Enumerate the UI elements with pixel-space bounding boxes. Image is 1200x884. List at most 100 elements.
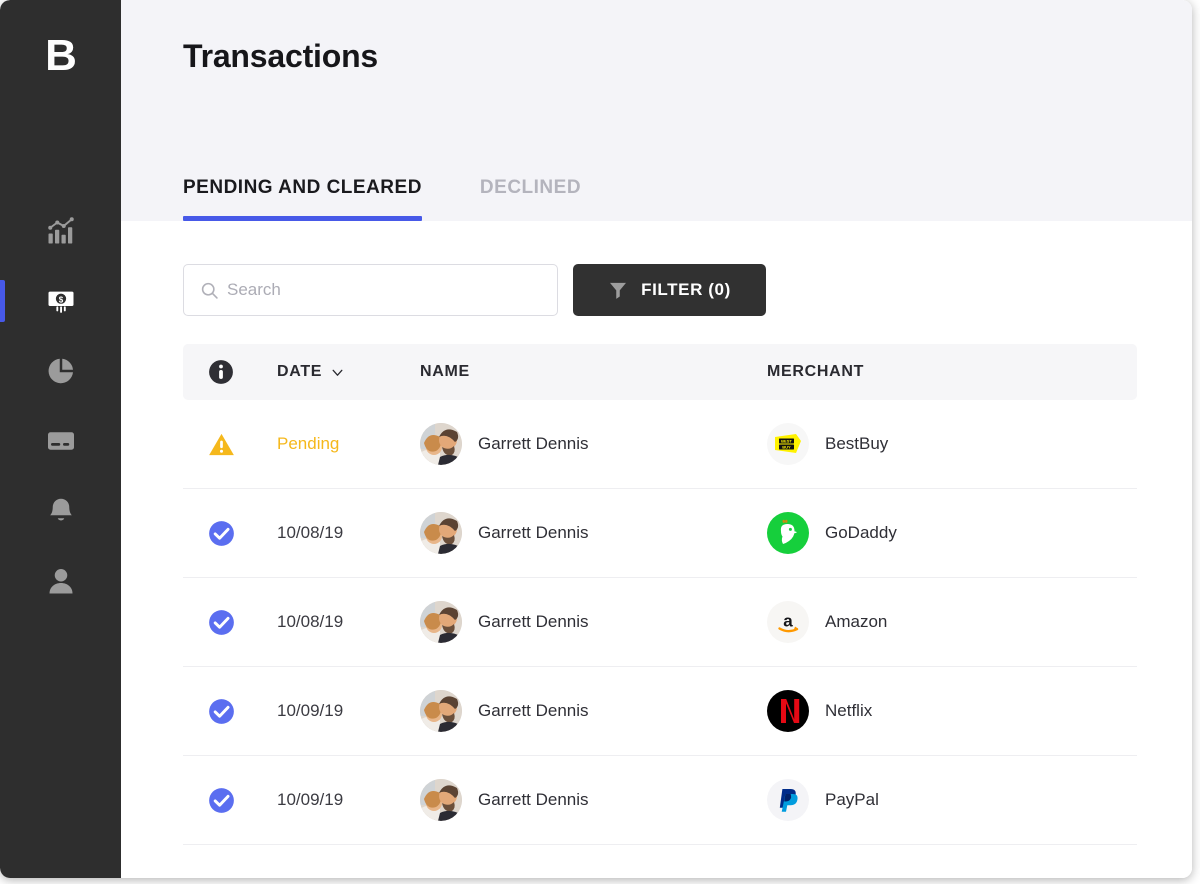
check-circle-icon (209, 698, 234, 724)
row-merchant-cell: BEST BUY BestBuy (767, 423, 1137, 465)
tab-pending-and-cleared[interactable]: PENDING AND CLEARED (183, 177, 422, 221)
tab-declined[interactable]: DECLINED (480, 177, 581, 221)
row-merchant-cell: a Amazon (767, 601, 1137, 643)
sidebar-item-transactions[interactable]: $ (0, 266, 121, 336)
bell-icon (46, 496, 76, 526)
netflix-logo (767, 690, 809, 732)
row-date-text: 10/09/19 (277, 790, 344, 809)
header-merchant-cell[interactable]: MERCHANT (767, 363, 1137, 381)
check-circle-icon (209, 520, 234, 546)
row-name-cell: Garrett Dennis (420, 512, 767, 554)
chevron-down-icon[interactable] (331, 366, 344, 379)
main-content: Transactions PENDING AND CLEARED DECLINE… (121, 0, 1192, 878)
row-name-text: Garrett Dennis (478, 434, 589, 453)
row-merchant-text: Netflix (825, 701, 873, 720)
header-status-cell (183, 359, 277, 385)
row-date-cell: 10/08/19 (277, 612, 420, 632)
svg-text:$: $ (58, 295, 63, 304)
row-merchant-text: GoDaddy (825, 523, 897, 542)
row-status-cell (183, 787, 277, 814)
row-date-cell: 10/09/19 (277, 790, 420, 810)
search-icon (201, 282, 218, 299)
row-merchant-cell: PayPal (767, 779, 1137, 821)
paypal-logo (767, 779, 809, 821)
header-date-label: DATE (277, 363, 323, 380)
row-name-cell: Garrett Dennis (420, 423, 767, 465)
row-name-cell: Garrett Dennis (420, 690, 767, 732)
person-icon (46, 566, 76, 596)
page-header: Transactions PENDING AND CLEARED DECLINE… (121, 0, 1192, 221)
app-window: B $ Transactions PENDING AND CLEARED DEC… (0, 0, 1200, 884)
sidebar-item-reports[interactable] (0, 336, 121, 406)
svg-text:BUY: BUY (782, 445, 791, 450)
table-row[interactable]: 10/08/19 (183, 489, 1137, 578)
search-input[interactable] (227, 265, 527, 315)
sidebar: B $ (0, 0, 121, 878)
header-merchant-label: MERCHANT (767, 363, 865, 380)
amazon-logo: a (767, 601, 809, 643)
transactions-panel: FILTER (0) DATE (121, 221, 1192, 878)
row-status-cell (183, 698, 277, 725)
check-circle-icon (209, 609, 234, 635)
svg-text:a: a (783, 612, 793, 631)
check-circle-icon (209, 787, 234, 813)
app-logo: B (45, 31, 77, 80)
sidebar-item-analytics[interactable] (0, 196, 121, 266)
page-title: Transactions (183, 38, 379, 74)
money-icon: $ (46, 286, 76, 316)
godaddy-logo (767, 512, 809, 554)
row-date-text: 10/09/19 (277, 701, 344, 720)
sidebar-item-notifications[interactable] (0, 476, 121, 546)
pie-chart-icon (46, 356, 76, 386)
row-merchant-cell: GoDaddy (767, 512, 1137, 554)
row-status-cell (183, 520, 277, 547)
avatar (420, 512, 462, 554)
row-status-cell (183, 431, 277, 458)
row-merchant-text: BestBuy (825, 434, 889, 453)
active-indicator (0, 280, 5, 322)
row-date-cell: 10/08/19 (277, 523, 420, 543)
table-header-row: DATE NAME MERCHANT (183, 344, 1137, 400)
info-icon[interactable] (208, 359, 234, 385)
row-name-text: Garrett Dennis (478, 790, 589, 809)
row-name-cell: Garrett Dennis (420, 601, 767, 643)
table-row[interactable]: 10/08/19 (183, 578, 1137, 667)
row-date-text: 10/08/19 (277, 523, 344, 542)
row-date-cell: 10/09/19 (277, 701, 420, 721)
sidebar-item-profile[interactable] (0, 546, 121, 616)
table-row[interactable]: 10/09/19 (183, 667, 1137, 756)
row-status-cell (183, 609, 277, 636)
sidebar-item-cards[interactable] (0, 406, 121, 476)
row-date-cell: Pending (277, 434, 420, 454)
bestbuy-logo: BEST BUY (767, 423, 809, 465)
funnel-icon (610, 282, 627, 299)
header-name-label: NAME (420, 363, 470, 380)
row-name-cell: Garrett Dennis (420, 779, 767, 821)
toolbar: FILTER (0) (121, 221, 1192, 316)
row-name-text: Garrett Dennis (478, 701, 589, 720)
tab-bar: PENDING AND CLEARED DECLINED (121, 153, 1192, 221)
row-name-text: Garrett Dennis (478, 612, 589, 631)
row-merchant-text: PayPal (825, 790, 879, 809)
header-name-cell[interactable]: NAME (420, 363, 767, 381)
search-box[interactable] (183, 264, 558, 316)
header-date-cell[interactable]: DATE (277, 363, 420, 381)
row-merchant-cell: Netflix (767, 690, 1137, 732)
bar-chart-icon (46, 216, 76, 246)
sidebar-nav: $ (0, 196, 121, 616)
svg-text:BEST: BEST (781, 439, 792, 444)
window-frame: B $ Transactions PENDING AND CLEARED DEC… (0, 0, 1192, 878)
row-date-text: 10/08/19 (277, 612, 344, 631)
table-row[interactable]: Pending Garrett Dennis BEST BUY BestBuy (183, 400, 1137, 489)
avatar (420, 601, 462, 643)
transactions-table: DATE NAME MERCHANT Pending Garrett Denni… (183, 344, 1137, 845)
filter-button-label: FILTER (0) (641, 280, 731, 299)
credit-card-icon (46, 426, 76, 456)
filter-button[interactable]: FILTER (0) (573, 264, 766, 316)
table-row[interactable]: 10/09/19 (183, 756, 1137, 845)
avatar (420, 423, 462, 465)
row-date-text: Pending (277, 434, 340, 453)
row-name-text: Garrett Dennis (478, 523, 589, 542)
avatar (420, 690, 462, 732)
warning-triangle-icon (209, 433, 234, 455)
